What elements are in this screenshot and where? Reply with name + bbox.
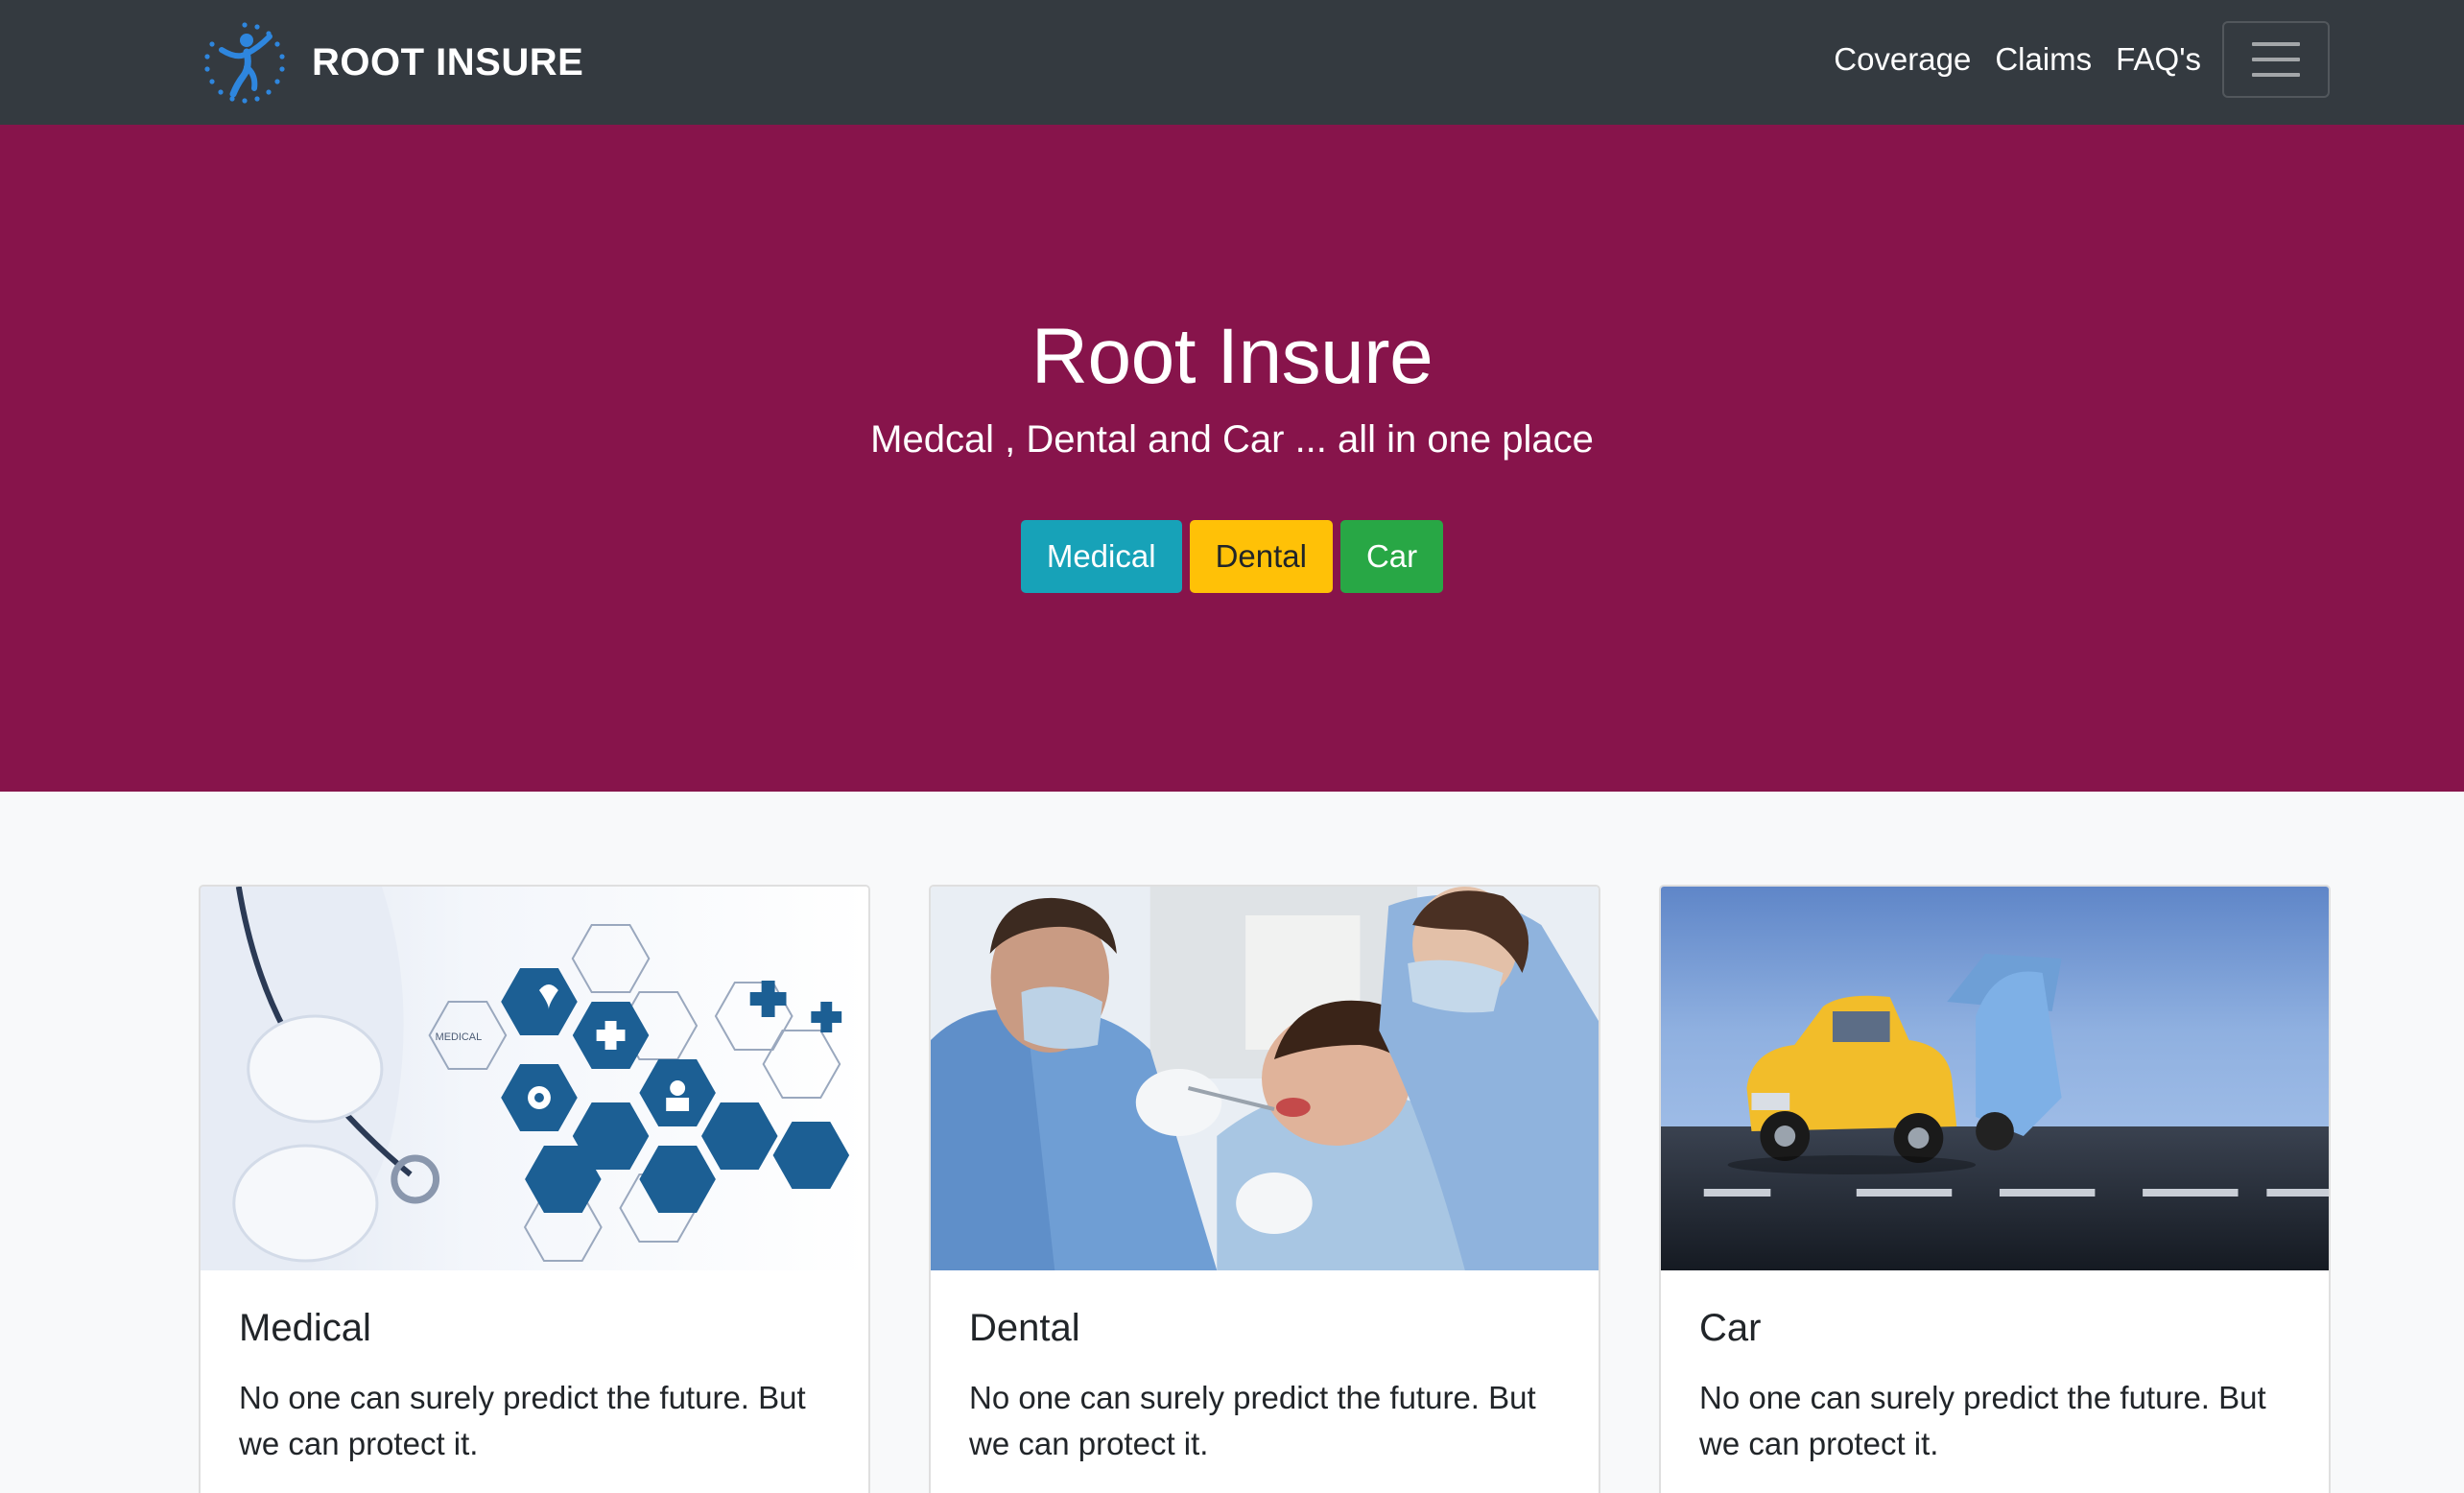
medical-card-title: Medical [239,1307,371,1349]
dental-card: Dental No one can surely predict the fut… [929,885,1600,1493]
car-card-body: Car No one can surely predict the future… [1661,1270,2329,1493]
medical-card-text: No one can surely predict the future. Bu… [239,1380,806,1461]
car-card-title: Car [1699,1307,1762,1349]
dental-card-text: No one can surely predict the future. Bu… [969,1380,1536,1461]
car-card-text: No one can surely predict the future. Bu… [1699,1380,2266,1461]
car-card: Car No one can surely predict the future… [1659,885,2331,1493]
navbar-toggler-button[interactable] [2222,21,2330,98]
hero-jumbotron: Root Insure Medcal , Dental and Car ... … [0,125,2464,792]
top-navbar: ROOT INSURE Coverage Claims FAQ's [0,0,2464,125]
brand-link[interactable]: ROOT INSURE [199,19,583,106]
medical-button[interactable]: Medical [1020,520,1182,593]
brand-name: ROOT INSURE [312,40,584,83]
car-card-image [1661,887,2329,1270]
medical-card-image: MEDICAL [201,887,868,1270]
hero-subtitle: Medcal , Dental and Car ... all in one p… [870,418,1594,461]
medical-card-body: Medical No one can surely predict the fu… [201,1270,868,1493]
nav-link-coverage[interactable]: Coverage [1834,41,1971,78]
hamburger-icon [2252,42,2300,46]
nav-link-claims[interactable]: Claims [1995,41,2092,78]
hero-title: Root Insure [1031,313,1433,400]
car-button[interactable]: Car [1339,520,1444,593]
coverage-cards: MEDICAL Medical No one can surely predic… [199,885,2331,1493]
nav-link-faqs[interactable]: FAQ's [2116,41,2201,78]
dental-card-body: Dental No one can surely predict the fut… [931,1270,1599,1493]
nav-links: Coverage Claims FAQ's [1810,21,2201,98]
svg-text:MEDICAL: MEDICAL [436,1031,483,1043]
hero-buttons: Medical Dental Car [0,520,2464,593]
medical-card: MEDICAL Medical No one can surely predic… [199,885,870,1493]
brand-logo-icon [204,22,285,104]
dental-button[interactable]: Dental [1189,520,1333,593]
dental-card-image [931,887,1599,1270]
dental-card-title: Dental [969,1307,1080,1349]
